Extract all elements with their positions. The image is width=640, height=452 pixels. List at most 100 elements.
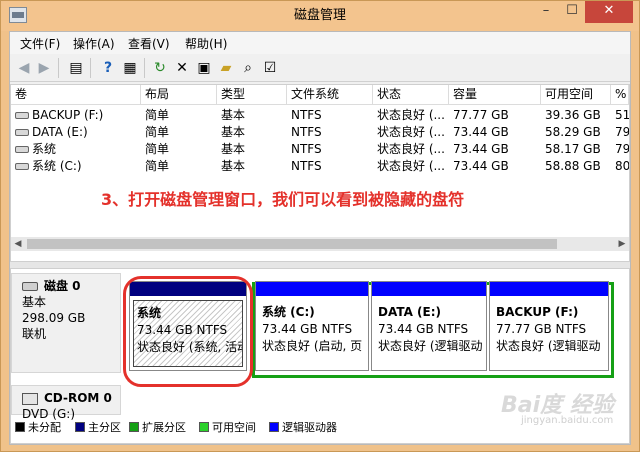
partition-size: 73.44 GB NTFS [262, 322, 353, 336]
legend-item: 逻辑驱动器 [269, 419, 337, 435]
drive-icon [15, 163, 29, 170]
menu-view[interactable]: 查看(V) [128, 35, 170, 52]
cell-volume: BACKUP (F:) [11, 107, 141, 124]
partition-size: 77.77 GB NTFS [496, 322, 587, 336]
cell-capacity: 73.44 GB [453, 142, 509, 156]
maximize-button[interactable]: ☐ [559, 1, 585, 23]
disk-management-window: 磁盘管理 – ☐ ✕ 文件(F) 操作(A) 查看(V) 帮助(H) ◀ ▶ ▤… [0, 0, 640, 452]
legend-item: 可用空间 [199, 419, 256, 435]
cell-status: 状态良好 (... [377, 142, 445, 156]
search-icon[interactable]: ⌕ [238, 58, 258, 78]
cell-filesystem: NTFS [291, 108, 322, 122]
table-row[interactable]: 系统 (C:) 简单 基本 NTFS 状态良好 (... 73.44 GB 58… [11, 158, 629, 175]
scroll-right-arrow-icon[interactable]: ▶ [615, 237, 629, 251]
drive-icon [15, 112, 29, 119]
cell-type: 基本 [221, 125, 246, 139]
column-header-free-space[interactable]: 可用空间 [541, 85, 611, 105]
volume-name: 系统 (C:) [32, 159, 82, 173]
client-area: 文件(F) 操作(A) 查看(V) 帮助(H) ◀ ▶ ▤ ? ▦ ↻ ✕ ▣ … [9, 31, 631, 445]
cell-layout: 简单 [145, 108, 170, 122]
back-arrow-icon[interactable]: ◀ [14, 58, 34, 78]
cell-free-space: 58.29 GB [545, 125, 601, 139]
cell-capacity: 73.44 GB [453, 159, 509, 173]
cdrom-name: CD-ROM 0 [22, 390, 120, 406]
legend-item: 扩展分区 [129, 419, 186, 435]
close-button[interactable]: ✕ [585, 1, 633, 23]
toolbar: ◀ ▶ ▤ ? ▦ ↻ ✕ ▣ ▰ ⌕ ☑ [10, 54, 630, 82]
cd-icon [22, 392, 38, 405]
partition-data-e[interactable]: DATA (E:) 73.44 GB NTFS 状态良好 (逻辑驱动 [371, 281, 487, 371]
cell-percent-free: 80 [615, 159, 629, 173]
open-folder-icon[interactable]: ▰ [216, 58, 236, 78]
cell-volume: DATA (E:) [11, 124, 141, 141]
properties-pane-icon[interactable]: ▦ [120, 58, 140, 78]
partition-color-bar [372, 282, 486, 296]
toolbar-separator [58, 58, 59, 78]
delete-icon[interactable]: ✕ [172, 58, 192, 78]
list-view-icon[interactable]: ▤ [66, 58, 86, 78]
table-row[interactable]: BACKUP (F:) 简单 基本 NTFS 状态良好 (... 77.77 G… [11, 107, 629, 124]
partition-backup-f[interactable]: BACKUP (F:) 77.77 GB NTFS 状态良好 (逻辑驱动 [489, 281, 609, 371]
column-header-filesystem[interactable]: 文件系统 [287, 85, 373, 105]
cell-volume: 系统 [11, 141, 141, 158]
forward-arrow-icon[interactable]: ▶ [34, 58, 54, 78]
drive-icon [15, 146, 29, 153]
legend-item: 主分区 [75, 419, 121, 435]
horizontal-scrollbar[interactable]: ◀ ▶ [11, 237, 629, 251]
partition-status: 状态良好 (逻辑驱动 [496, 339, 601, 353]
refresh-icon[interactable]: ↻ [150, 58, 170, 78]
title-bar: 磁盘管理 – ☐ ✕ [1, 1, 639, 31]
disk-0-label[interactable]: 磁盘 0 基本 298.09 GB 联机 [11, 273, 121, 373]
cell-layout: 简单 [145, 125, 170, 139]
checklist-icon[interactable]: ☑ [260, 58, 280, 78]
partition-color-bar [256, 282, 368, 296]
table-row[interactable]: 系统 简单 基本 NTFS 状态良好 (... 73.44 GB 58.17 G… [11, 141, 629, 158]
cell-percent-free: 51 [615, 108, 629, 122]
scrollbar-thumb[interactable] [27, 239, 557, 249]
column-header-layout[interactable]: 布局 [141, 85, 217, 105]
cell-capacity: 73.44 GB [453, 125, 509, 139]
partition-size: 73.44 GB NTFS [378, 322, 469, 336]
cell-type: 基本 [221, 159, 246, 173]
legend-swatch [15, 422, 25, 432]
cell-volume: 系统 (C:) [11, 158, 141, 175]
scroll-left-arrow-icon[interactable]: ◀ [11, 237, 25, 251]
cell-status: 状态良好 (... [377, 125, 445, 139]
column-header-percent-free[interactable]: % [611, 85, 629, 105]
cell-layout: 简单 [145, 142, 170, 156]
cell-free-space: 58.17 GB [545, 142, 601, 156]
tutorial-annotation: 3、打开磁盘管理窗口，我们可以看到被隐藏的盘符 [101, 190, 465, 209]
legend-item: 未分配 [15, 419, 61, 435]
cell-free-space: 39.36 GB [545, 108, 601, 122]
help-icon[interactable]: ? [98, 58, 118, 78]
toolbar-separator [144, 58, 145, 78]
drive-icon [15, 129, 29, 136]
volume-name: DATA (E:) [32, 125, 88, 139]
disk-type: 基本 [22, 295, 47, 309]
partition-status: 状态良好 (逻辑驱动 [378, 339, 483, 353]
cell-percent-free: 79 [615, 142, 629, 156]
volume-name: BACKUP (F:) [32, 108, 104, 122]
cell-type: 基本 [221, 142, 246, 156]
column-header-capacity[interactable]: 容量 [449, 85, 541, 105]
menu-action[interactable]: 操作(A) [73, 35, 115, 52]
baidu-watermark-url: jingyan.baidu.com [521, 415, 614, 426]
legend-swatch [199, 422, 209, 432]
cell-capacity: 77.77 GB [453, 108, 509, 122]
column-header-status[interactable]: 状态 [373, 85, 449, 105]
menu-help[interactable]: 帮助(H) [185, 35, 227, 52]
column-header-type[interactable]: 类型 [217, 85, 287, 105]
properties-icon[interactable]: ▣ [194, 58, 214, 78]
minimize-button[interactable]: – [533, 1, 559, 23]
cell-filesystem: NTFS [291, 142, 322, 156]
partition-system-c[interactable]: 系统 (C:) 73.44 GB NTFS 状态良好 (启动, 页 [255, 281, 369, 371]
legend-swatch [129, 422, 139, 432]
cdrom-0-label[interactable]: CD-ROM 0 DVD (G:) [11, 385, 121, 421]
menu-file[interactable]: 文件(F) [20, 35, 60, 52]
table-row[interactable]: DATA (E:) 简单 基本 NTFS 状态良好 (... 73.44 GB … [11, 124, 629, 141]
column-header-volume[interactable]: 卷 [11, 85, 141, 105]
disk-status: 联机 [22, 327, 47, 341]
partition-status: 状态良好 (启动, 页 [262, 339, 363, 353]
cell-status: 状态良好 (... [377, 159, 445, 173]
partition-color-bar [490, 282, 608, 296]
